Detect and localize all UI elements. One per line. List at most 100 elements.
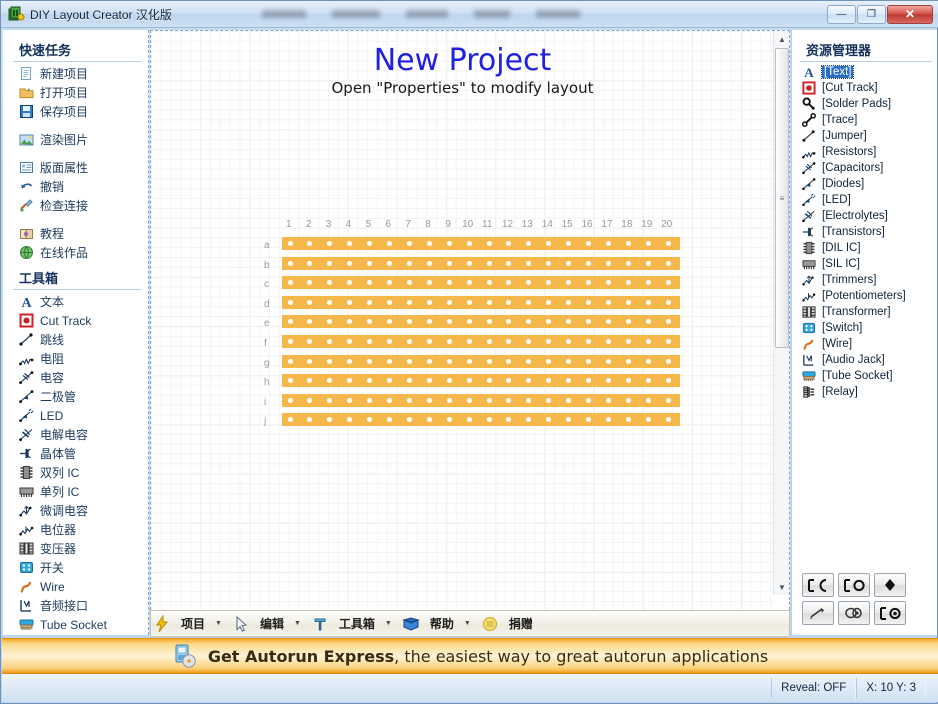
board-pad[interactable] — [367, 359, 372, 364]
board-pad[interactable] — [646, 261, 651, 266]
resource-item-wire[interactable]: [Wire] — [800, 336, 937, 352]
sidebar-item-sil-ic[interactable]: 单列 IC — [13, 482, 148, 501]
board-pad[interactable] — [447, 300, 452, 305]
board-pad[interactable] — [586, 359, 591, 364]
sidebar-item-render-image[interactable]: 渲染图片 — [13, 130, 148, 149]
sidebar-item-resistor[interactable]: 电阻 — [13, 349, 148, 368]
board-pad[interactable] — [566, 300, 571, 305]
board-pad[interactable] — [427, 359, 432, 364]
layout-canvas[interactable]: New Project Open "Properties" to modify … — [151, 31, 774, 611]
board-strip[interactable] — [282, 394, 680, 407]
resource-item-potentiometers[interactable]: [Potentiometers] — [800, 288, 937, 304]
resource-item-audio-jack[interactable]: [Audio Jack] — [800, 352, 937, 368]
board-pad[interactable] — [387, 241, 392, 246]
board-pad[interactable] — [288, 417, 293, 422]
board-pad[interactable] — [427, 241, 432, 246]
sidebar-item-switch[interactable]: 开关 — [13, 558, 148, 577]
sidebar-item-check-connections[interactable]: 检查连接 — [13, 196, 148, 215]
sidebar-item-transistor[interactable]: 晶体管 — [13, 444, 148, 463]
board-pad[interactable] — [447, 378, 452, 383]
board-pad[interactable] — [367, 261, 372, 266]
board-pad[interactable] — [288, 339, 293, 344]
board-pad[interactable] — [447, 280, 452, 285]
pen-button[interactable] — [802, 601, 834, 625]
resource-item-trimmers[interactable]: [Trimmers] — [800, 272, 937, 288]
sidebar-item-audio-jack[interactable]: 音频接口 — [13, 596, 148, 615]
sidebar-item-dil-ic[interactable]: 双列 IC — [13, 463, 148, 482]
board-pad[interactable] — [347, 300, 352, 305]
canvas-vertical-scrollbar[interactable]: ▲ ≡ ▼ — [773, 31, 789, 595]
board-pad[interactable] — [626, 378, 631, 383]
sidebar-item-undo[interactable]: 撤销 — [13, 177, 148, 196]
board-pad[interactable] — [646, 398, 651, 403]
board-pad[interactable] — [646, 339, 651, 344]
board-pad[interactable] — [288, 378, 293, 383]
board-pad[interactable] — [347, 359, 352, 364]
board-pad[interactable] — [606, 339, 611, 344]
bracket-c-button[interactable] — [802, 573, 834, 597]
board-pad[interactable] — [646, 280, 651, 285]
resource-item-text[interactable]: A[Text] — [800, 64, 937, 80]
board-pad[interactable] — [407, 359, 412, 364]
board-pad[interactable] — [606, 359, 611, 364]
board-pad[interactable] — [467, 417, 472, 422]
board-pad[interactable] — [666, 417, 671, 422]
board-strip[interactable] — [282, 237, 680, 250]
board-pad[interactable] — [387, 261, 392, 266]
scroll-up-arrow[interactable]: ▲ — [774, 31, 790, 47]
board-pad[interactable] — [626, 359, 631, 364]
board-pad[interactable] — [626, 300, 631, 305]
board-pad[interactable] — [566, 398, 571, 403]
board-pad[interactable] — [666, 398, 671, 403]
board-pad[interactable] — [487, 359, 492, 364]
board-pad[interactable] — [427, 378, 432, 383]
bracket-o-button[interactable] — [838, 573, 870, 597]
sidebar-item-open-project[interactable]: 打开项目 — [13, 83, 148, 102]
sidebar-item-jumper[interactable]: 跳线 — [13, 330, 148, 349]
board-pad[interactable] — [546, 300, 551, 305]
resource-item-cut-track[interactable]: [Cut Track] — [800, 80, 937, 96]
menu-item-help[interactable]: 帮助 ▼ — [400, 611, 479, 636]
board-pad[interactable] — [327, 261, 332, 266]
board-pad[interactable] — [407, 241, 412, 246]
board-pad[interactable] — [467, 241, 472, 246]
board-pad[interactable] — [606, 261, 611, 266]
diamond-button[interactable] — [874, 573, 906, 597]
board-pad[interactable] — [566, 261, 571, 266]
board-pad[interactable] — [487, 280, 492, 285]
chevron-down-icon[interactable]: ▼ — [215, 620, 228, 627]
menu-item-project[interactable]: 项目 ▼ — [151, 611, 230, 636]
board-pad[interactable] — [626, 261, 631, 266]
board-pad[interactable] — [666, 339, 671, 344]
board-pad[interactable] — [586, 300, 591, 305]
sidebar-item-trimmer[interactable]: 微调电容 — [13, 501, 148, 520]
board-pad[interactable] — [487, 241, 492, 246]
sidebar-item-online-works[interactable]: 在线作品 — [13, 243, 148, 262]
sidebar-item-board-properties[interactable]: 版面属性 — [13, 158, 148, 177]
resource-item-electrolytes[interactable]: [Electrolytes] — [800, 208, 937, 224]
resource-item-trace[interactable]: [Trace] — [800, 112, 937, 128]
board-pad[interactable] — [586, 261, 591, 266]
loops-button[interactable] — [838, 601, 870, 625]
scroll-down-arrow[interactable]: ▼ — [774, 579, 790, 595]
board-pad[interactable] — [467, 280, 472, 285]
board-pad[interactable] — [288, 319, 293, 324]
canvas-area[interactable]: New Project Open "Properties" to modify … — [150, 30, 790, 635]
board-pad[interactable] — [606, 241, 611, 246]
board-pad[interactable] — [407, 398, 412, 403]
board-pad[interactable] — [327, 359, 332, 364]
board-pad[interactable] — [288, 359, 293, 364]
board-pad[interactable] — [288, 398, 293, 403]
board-pad[interactable] — [666, 241, 671, 246]
board-pad[interactable] — [387, 339, 392, 344]
board-pad[interactable] — [487, 261, 492, 266]
sidebar-item-potentiometer[interactable]: 电位器 — [13, 520, 148, 539]
sidebar-item-electrolytic[interactable]: 电解电容 — [13, 425, 148, 444]
board-pad[interactable] — [487, 339, 492, 344]
board-pad[interactable] — [546, 398, 551, 403]
board-pad[interactable] — [586, 339, 591, 344]
sidebar-item-wire[interactable]: Wire — [13, 577, 148, 596]
resource-item-relay[interactable]: [Relay] — [800, 384, 937, 400]
board-strip[interactable] — [282, 374, 680, 387]
board-strip[interactable] — [282, 276, 680, 289]
